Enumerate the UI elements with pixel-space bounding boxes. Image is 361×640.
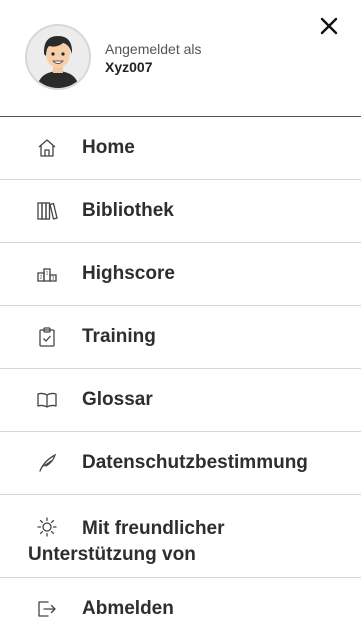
logged-in-label: Angemeldet als [105,41,202,57]
clipboard-check-icon [35,325,59,349]
menu-item-label: Bibliothek [82,200,174,221]
menu-item-unterstuetzung[interactable]: Mit freundlicher Unterstützung von [0,495,361,578]
book-open-icon [35,388,59,412]
svg-text:2: 2 [40,275,43,280]
menu-item-home[interactable]: Home [0,117,361,180]
logout-icon [35,597,59,621]
menu-item-datenschutz[interactable]: Datenschutzbestimmung [0,432,361,495]
nav-menu: Home Bibliothek 2 1 3 Highscore Training… [0,117,361,640]
svg-text:1: 1 [46,271,49,276]
menu-item-label: Abmelden [82,598,174,619]
menu-item-bibliothek[interactable]: Bibliothek [0,180,361,243]
drawer-header: Angemeldet als Xyz007 [0,0,361,117]
feather-icon [35,451,59,475]
avatar [25,24,91,90]
menu-item-label: Glossar [82,389,153,410]
menu-item-abmelden[interactable]: Abmelden [0,578,361,640]
podium-icon: 2 1 3 [35,262,59,286]
menu-item-label: Home [82,137,135,158]
username: Xyz007 [105,59,153,75]
library-icon [35,199,59,223]
menu-item-glossar[interactable]: Glossar [0,369,361,432]
close-button[interactable] [316,13,342,39]
home-icon [35,136,59,160]
menu-item-label: Highscore [82,263,175,284]
menu-item-label: Training [82,326,156,347]
menu-item-highscore[interactable]: 2 1 3 Highscore [0,243,361,306]
menu-item-label: Datenschutzbestimmung [82,452,308,473]
close-icon [320,17,338,35]
menu-item-training[interactable]: Training [0,306,361,369]
svg-text:3: 3 [52,276,55,281]
menu-item-label: Mit freundlicher Unterstützung von [28,518,225,565]
